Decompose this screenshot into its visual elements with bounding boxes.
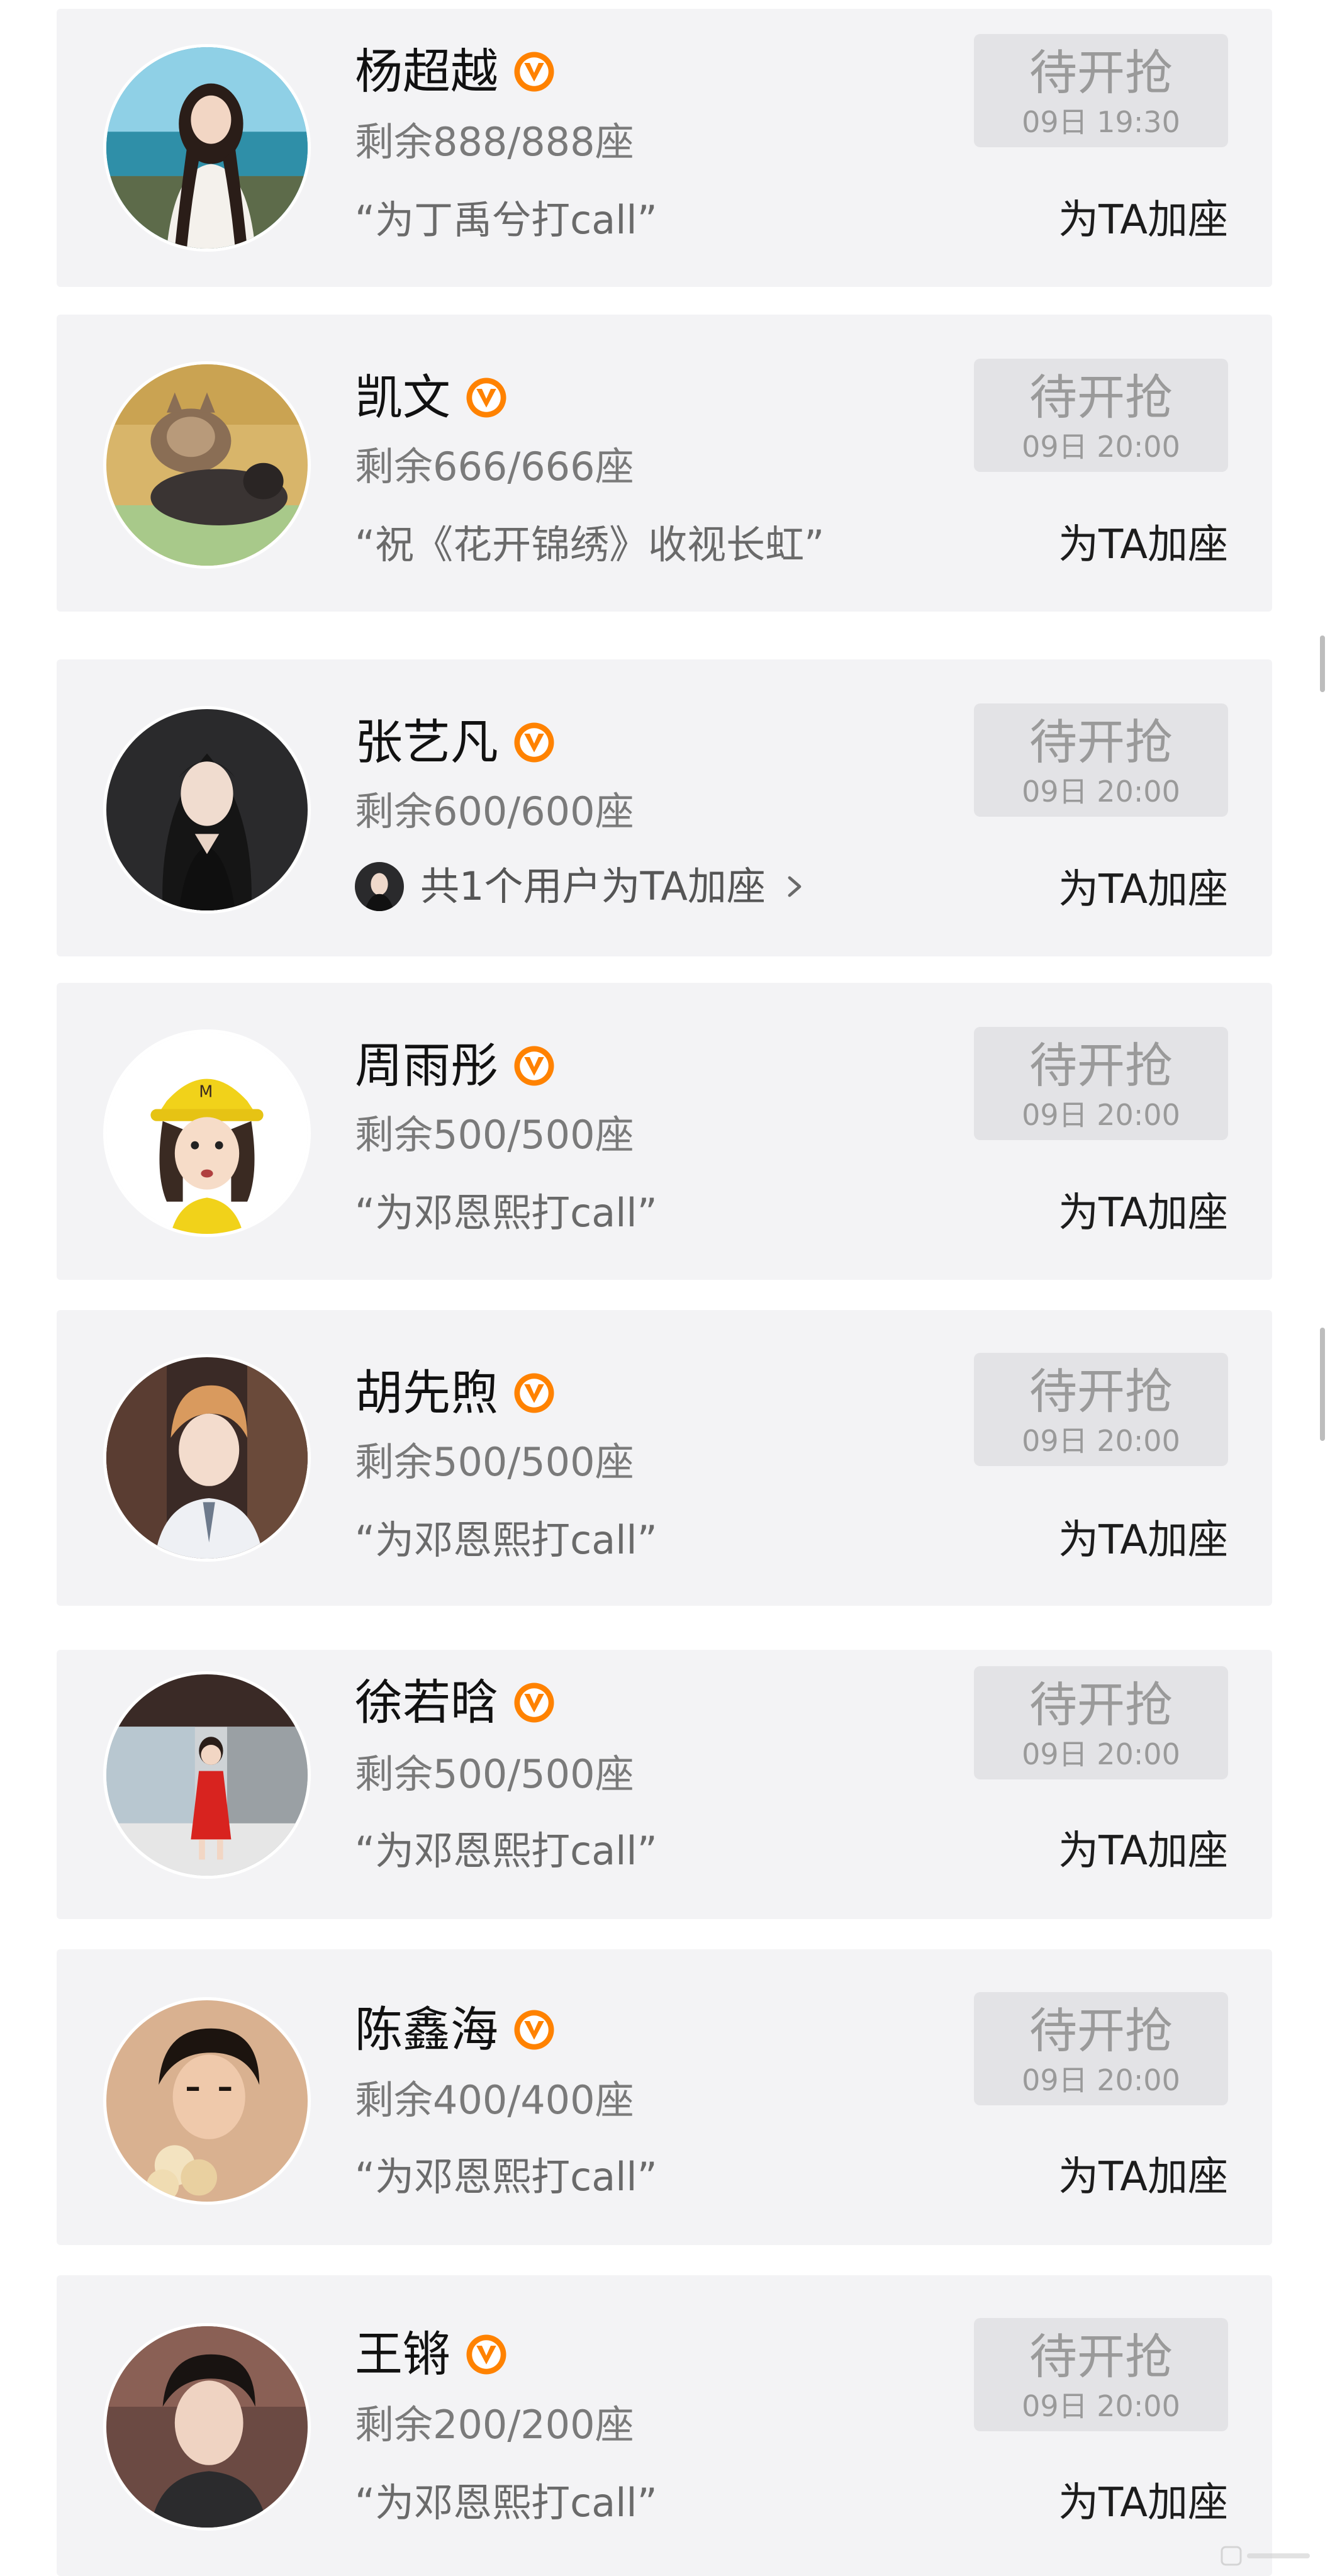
grab-seat-button[interactable]: 待开抢 09日 20:00: [974, 359, 1228, 472]
creator-name[interactable]: 徐若晗: [355, 1671, 498, 1734]
avatar[interactable]: [103, 361, 311, 569]
watermark-logo: [1221, 2542, 1315, 2570]
seat-list: 杨超越 剩余888/888座 “为丁禹兮打call” 待开抢 09日 19:30…: [0, 0, 1330, 2576]
avatar[interactable]: [103, 1671, 311, 1879]
svg-text:M: M: [199, 1082, 213, 1101]
creator-name[interactable]: 杨超越: [355, 40, 498, 103]
name-row: 周雨彤: [355, 1034, 556, 1097]
grab-time: 09日 20:00: [1022, 1737, 1180, 1771]
slogan: “为邓恩熙打call”: [355, 2480, 657, 2526]
verified-v-icon: [512, 50, 556, 94]
list-item[interactable]: 凯文 剩余666/666座 “祝《花开锦绣》收视长虹” 待开抢 09日 20:0…: [57, 315, 1272, 612]
grab-seat-button[interactable]: 待开抢 09日 20:00: [974, 703, 1228, 817]
creator-name[interactable]: 周雨彤: [355, 1034, 498, 1097]
add-seat-button[interactable]: 为TA加座: [1058, 1515, 1228, 1565]
name-row: 徐若晗: [355, 1671, 556, 1734]
verified-v-icon: [512, 2008, 556, 2052]
slogan: “祝《花开锦绣》收视长虹”: [355, 522, 825, 568]
name-row: 陈鑫海: [355, 1998, 556, 2061]
creator-name[interactable]: 王锵: [355, 2323, 450, 2386]
grab-time: 09日 19:30: [1022, 105, 1180, 139]
add-seat-button[interactable]: 为TA加座: [1058, 865, 1228, 915]
grab-seat-button[interactable]: 待开抢 09日 20:00: [974, 1027, 1228, 1140]
list-item[interactable]: 徐若晗 剩余500/500座 “为邓恩熙打call” 待开抢 09日 20:00…: [57, 1650, 1272, 1919]
add-seat-button[interactable]: 为TA加座: [1058, 2152, 1228, 2202]
avatar[interactable]: [103, 1354, 311, 1562]
verified-v-icon: [512, 720, 556, 764]
remaining-seats: 剩余888/888座: [355, 119, 634, 165]
grab-label: 待开抢: [1029, 1038, 1173, 1094]
scrollbar[interactable]: [1320, 636, 1325, 692]
verified-v-icon: [464, 2332, 508, 2377]
name-row: 张艺凡: [355, 711, 556, 774]
grab-time: 09日 20:00: [1022, 1424, 1180, 1458]
grab-seat-button[interactable]: 待开抢 09日 20:00: [974, 2318, 1228, 2431]
list-item[interactable]: 王锵 剩余200/200座 “为邓恩熙打call” 待开抢 09日 20:00 …: [57, 2275, 1272, 2576]
list-item[interactable]: M 周雨彤 剩余500/500座 “为邓恩熙打call” 待开抢 09日 20:…: [57, 983, 1272, 1280]
remaining-seats: 剩余200/200座: [355, 2402, 634, 2448]
avatar[interactable]: [103, 2323, 311, 2531]
avatar[interactable]: [103, 44, 311, 252]
grab-seat-button[interactable]: 待开抢 09日 20:00: [974, 1666, 1228, 1779]
grab-label: 待开抢: [1029, 2003, 1173, 2059]
remaining-seats: 剩余500/500座: [355, 1439, 634, 1485]
slogan: “为邓恩熙打call”: [355, 1517, 657, 1563]
grab-time: 09日 20:00: [1022, 430, 1180, 464]
avatar[interactable]: [103, 1997, 311, 2205]
name-row: 胡先煦: [355, 1362, 556, 1425]
name-row: 王锵: [355, 2323, 508, 2386]
creator-name[interactable]: 凯文: [355, 366, 450, 429]
add-seat-button[interactable]: 为TA加座: [1058, 2478, 1228, 2528]
verified-v-icon: [512, 1371, 556, 1415]
slogan: “为丁禹兮打call”: [355, 197, 657, 243]
supporters-link[interactable]: 共1个用户为TA加座: [355, 860, 807, 914]
supporters-text: 共1个用户为TA加座: [420, 863, 766, 909]
slogan: “为邓恩熙打call”: [355, 1828, 657, 1874]
grab-time: 09日 20:00: [1022, 1098, 1180, 1132]
grab-seat-button[interactable]: 待开抢 09日 20:00: [974, 1353, 1228, 1466]
list-item[interactable]: 张艺凡 剩余600/600座 共1个用户为TA加座 待开抢 09日 20:00 …: [57, 659, 1272, 956]
supporter-avatar: [355, 862, 404, 911]
add-seat-button[interactable]: 为TA加座: [1058, 520, 1228, 570]
name-row: 凯文: [355, 366, 508, 429]
grab-label: 待开抢: [1029, 2329, 1173, 2385]
list-item[interactable]: 杨超越 剩余888/888座 “为丁禹兮打call” 待开抢 09日 19:30…: [57, 9, 1272, 287]
remaining-seats: 剩余500/500座: [355, 1112, 634, 1158]
grab-seat-button[interactable]: 待开抢 09日 19:30: [974, 34, 1228, 147]
grab-label: 待开抢: [1029, 369, 1173, 425]
grab-label: 待开抢: [1029, 1677, 1173, 1733]
avatar[interactable]: M: [103, 1029, 311, 1237]
list-item[interactable]: 胡先煦 剩余500/500座 “为邓恩熙打call” 待开抢 09日 20:00…: [57, 1310, 1272, 1606]
add-seat-button[interactable]: 为TA加座: [1058, 1188, 1228, 1238]
creator-name[interactable]: 张艺凡: [355, 711, 498, 774]
remaining-seats: 剩余666/666座: [355, 444, 634, 490]
creator-name[interactable]: 陈鑫海: [355, 1998, 498, 2061]
add-seat-button[interactable]: 为TA加座: [1058, 1826, 1228, 1876]
remaining-seats: 剩余500/500座: [355, 1751, 634, 1797]
name-row: 杨超越: [355, 40, 556, 103]
slogan: “为邓恩熙打call”: [355, 1190, 657, 1236]
creator-name[interactable]: 胡先煦: [355, 1362, 498, 1425]
verified-v-icon: [464, 376, 508, 420]
verified-v-icon: [512, 1681, 556, 1725]
chevron-right-icon: [782, 874, 807, 899]
grab-time: 09日 20:00: [1022, 2389, 1180, 2423]
grab-label: 待开抢: [1029, 45, 1173, 101]
slogan: “为邓恩熙打call”: [355, 2154, 657, 2200]
add-seat-button[interactable]: 为TA加座: [1058, 195, 1228, 245]
grab-time: 09日 20:00: [1022, 2063, 1180, 2097]
avatar[interactable]: [103, 706, 311, 914]
remaining-seats: 剩余400/400座: [355, 2077, 634, 2123]
list-item[interactable]: 陈鑫海 剩余400/400座 “为邓恩熙打call” 待开抢 09日 20:00…: [57, 1949, 1272, 2245]
grab-label: 待开抢: [1029, 1364, 1173, 1420]
remaining-seats: 剩余600/600座: [355, 788, 634, 834]
grab-label: 待开抢: [1029, 714, 1173, 770]
verified-v-icon: [512, 1044, 556, 1088]
grab-time: 09日 20:00: [1022, 775, 1180, 809]
grab-seat-button[interactable]: 待开抢 09日 20:00: [974, 1992, 1228, 2105]
scrollbar[interactable]: [1320, 1328, 1325, 1441]
